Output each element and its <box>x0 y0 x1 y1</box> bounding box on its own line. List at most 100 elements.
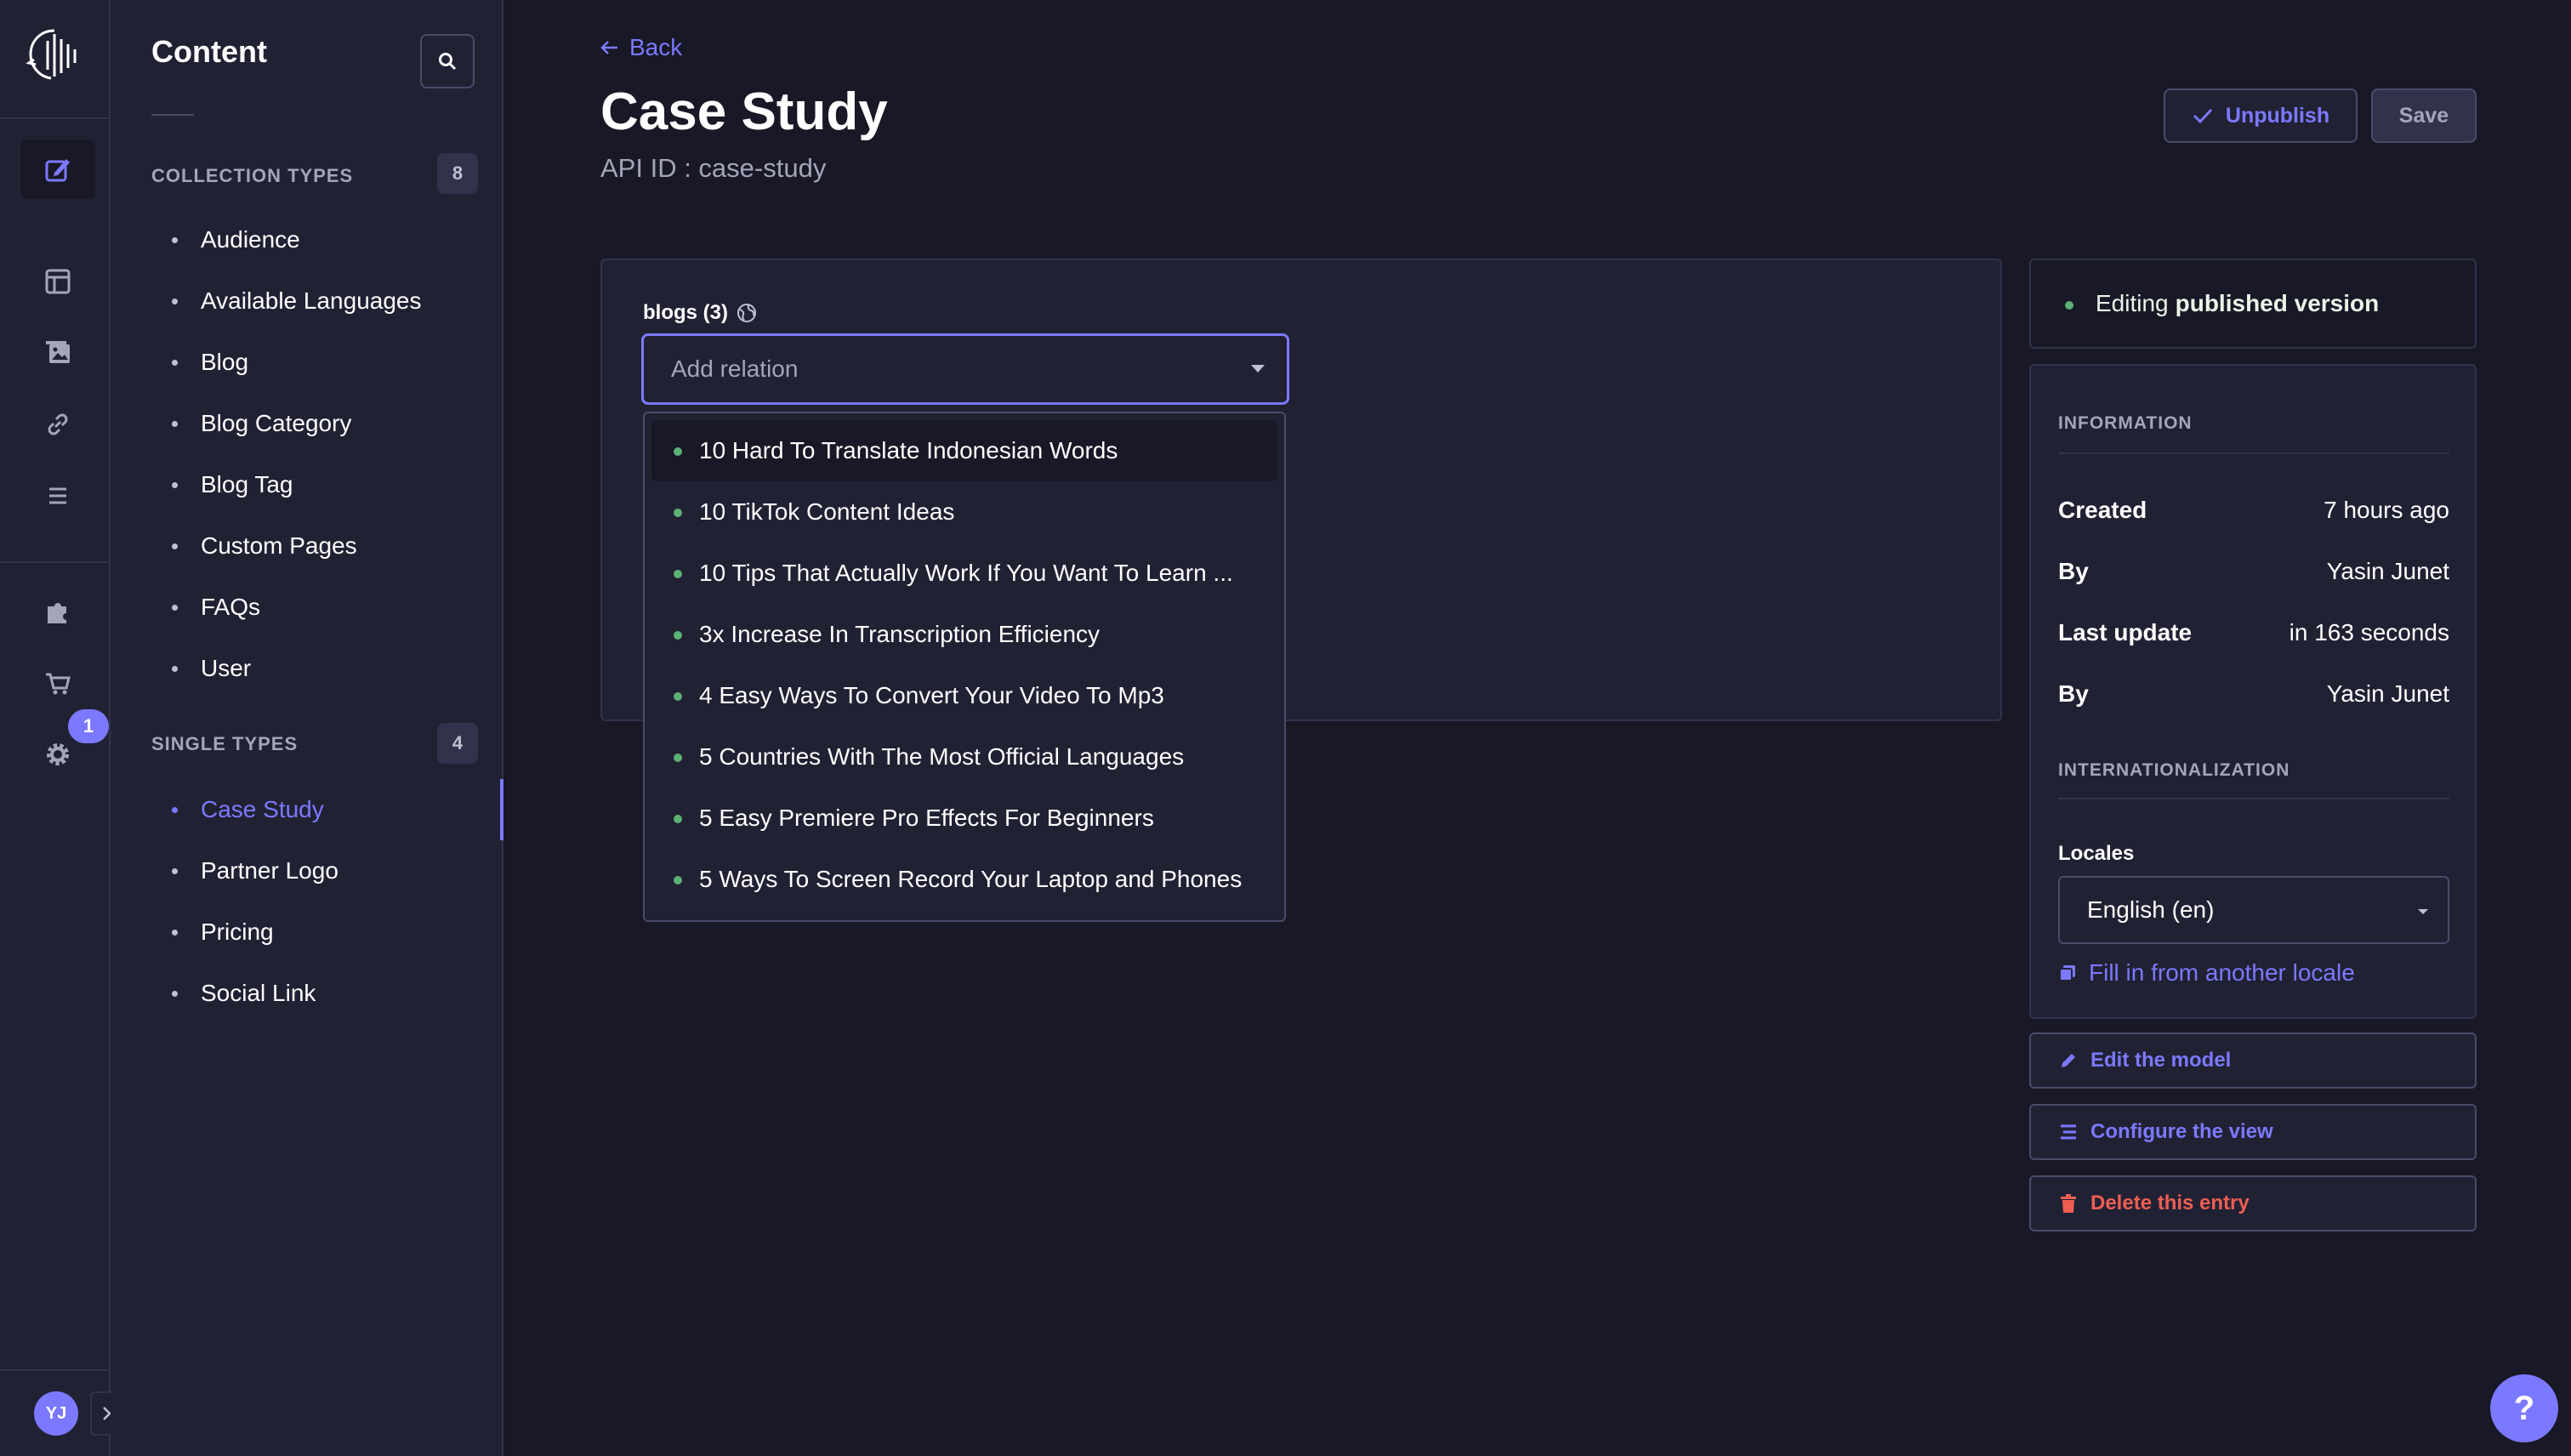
duplicate-icon <box>2059 965 2075 981</box>
caret-down-icon <box>1251 365 1265 373</box>
configure-view-label: Configure the view <box>2090 1120 2273 1143</box>
locale-select-value: English (en) <box>2087 896 2215 923</box>
main-nav-rail: 1 YJ <box>0 0 124 1456</box>
collection-types-label[interactable]: COLLECTION TYPES <box>151 165 353 187</box>
locales-label: Locales <box>2058 842 2135 865</box>
unpublish-button[interactable]: Unpublish <box>2164 88 2358 143</box>
sidebar-title: Content <box>151 34 267 69</box>
sidebar-item-blog-category[interactable]: Blog Category <box>111 393 502 454</box>
info-key: Created <box>2058 497 2147 523</box>
content-sidebar: Content COLLECTION TYPES 8 Audience Avai… <box>111 0 503 1456</box>
save-button[interactable]: Save <box>2371 88 2477 143</box>
bullet-icon <box>172 299 178 304</box>
trash-icon <box>2061 1194 2076 1213</box>
relation-option[interactable]: 5 Countries With The Most Official Langu… <box>651 726 1277 788</box>
locale-select[interactable]: English (en) <box>2058 876 2449 944</box>
sidebar-search-button[interactable] <box>420 34 475 88</box>
relation-option-label: 3x Increase In Transcription Efficiency <box>699 621 1101 647</box>
sidebar-item-label: User <box>201 655 252 681</box>
media-library-icon[interactable] <box>20 323 95 383</box>
relation-option[interactable]: 4 Easy Ways To Convert Your Video To Mp3 <box>651 665 1277 726</box>
app-logo-icon[interactable] <box>26 26 85 85</box>
internationalization-divider <box>2058 798 2449 799</box>
bullet-icon <box>172 421 178 427</box>
bullet-icon <box>172 543 178 549</box>
relation-option[interactable]: 10 TikTok Content Ideas <box>651 481 1277 543</box>
published-status-dot <box>674 447 682 456</box>
caret-down-icon <box>2418 909 2428 914</box>
edit-model-label: Edit the model <box>2090 1049 2232 1072</box>
sidebar-item-blog[interactable]: Blog <box>111 332 502 393</box>
sidebar-item-audience[interactable]: Audience <box>111 209 502 270</box>
url-redirects-icon[interactable] <box>20 395 95 454</box>
sidebar-item-label: Social Link <box>201 980 316 1006</box>
sidebar-item-custom-pages[interactable]: Custom Pages <box>111 515 502 577</box>
add-relation-select[interactable]: Add relation <box>641 333 1289 405</box>
content-type-builder-icon[interactable] <box>20 252 95 311</box>
sidebar-item-social-link[interactable]: Social Link <box>111 963 502 1024</box>
edit-model-button[interactable]: Edit the model <box>2029 1032 2477 1089</box>
relation-option[interactable]: 5 Easy Premiere Pro Effects For Beginner… <box>651 788 1277 849</box>
bullet-icon <box>172 605 178 611</box>
blogs-field-label: blogs (3) <box>643 301 757 325</box>
globe-icon <box>737 304 756 322</box>
back-link-label: Back <box>629 34 683 60</box>
info-key: Last update <box>2058 619 2193 646</box>
sidebar-item-blog-tag[interactable]: Blog Tag <box>111 454 502 515</box>
api-id: API ID : case-study <box>600 153 827 183</box>
relation-option-label: 10 Hard To Translate Indonesian Words <box>699 437 1118 464</box>
blogs-field-label-text: blogs (3) <box>643 301 728 324</box>
fill-from-locale-link[interactable]: Fill in from another locale <box>2058 959 2355 987</box>
bullet-icon <box>172 482 178 488</box>
relation-option[interactable]: 10 Tips That Actually Work If You Want T… <box>651 543 1277 604</box>
publish-status-card: Editing published version <box>2029 259 2477 349</box>
info-value: Yasin Junet <box>2326 680 2449 707</box>
sidebar-item-label: Partner Logo <box>201 857 338 884</box>
layout-icon <box>2061 1124 2076 1140</box>
sidebar-title-divider <box>151 114 194 116</box>
add-relation-placeholder: Add relation <box>671 355 799 382</box>
bullet-icon <box>172 930 178 936</box>
relation-option-label: 5 Ways To Screen Record Your Laptop and … <box>699 866 1243 892</box>
bullet-icon <box>172 807 178 813</box>
info-value: Yasin Junet <box>2326 558 2449 584</box>
relation-option[interactable]: 5 Ways To Screen Record Your Laptop and … <box>651 849 1277 910</box>
delete-entry-label: Delete this entry <box>2090 1192 2250 1214</box>
user-avatar[interactable]: YJ <box>34 1391 78 1436</box>
configure-view-button[interactable]: Configure the view <box>2029 1104 2477 1160</box>
relation-option-label: 10 TikTok Content Ideas <box>699 498 955 525</box>
info-row-updated-by: By Yasin Junet <box>2058 680 2449 708</box>
relation-option[interactable]: 10 Hard To Translate Indonesian Words <box>651 420 1277 481</box>
sidebar-item-case-study[interactable]: Case Study <box>111 779 503 840</box>
single-types-count: 4 <box>437 723 478 764</box>
arrow-left-icon <box>600 41 617 54</box>
content-manager-icon[interactable] <box>20 139 95 199</box>
delete-entry-button[interactable]: Delete this entry <box>2029 1175 2477 1231</box>
marketplace-icon[interactable] <box>20 653 95 713</box>
single-types-label[interactable]: SINGLE TYPES <box>151 733 298 755</box>
back-link[interactable]: Back <box>599 34 682 61</box>
rail-divider <box>0 561 109 563</box>
pencil-icon <box>2062 1054 2075 1067</box>
sidebar-item-label: Case Study <box>201 796 324 822</box>
sidebar-item-label: Custom Pages <box>201 532 357 559</box>
info-key: By <box>2058 680 2089 707</box>
relation-option[interactable]: 3x Increase In Transcription Efficiency <box>651 604 1277 665</box>
sidebar-item-user[interactable]: User <box>111 638 502 699</box>
rail-divider <box>0 1369 109 1371</box>
sidebar-item-available-languages[interactable]: Available Languages <box>111 270 502 332</box>
plugins-icon[interactable] <box>20 582 95 641</box>
help-button[interactable]: ? <box>2490 1374 2558 1442</box>
relation-option-label: 5 Countries With The Most Official Langu… <box>699 743 1185 770</box>
published-status-dot <box>2065 301 2073 310</box>
bullet-icon <box>172 237 178 243</box>
sidebar-item-pricing[interactable]: Pricing <box>111 901 502 963</box>
info-row-last-update: Last update in 163 seconds <box>2058 619 2449 646</box>
info-row-created-by: By Yasin Junet <box>2058 558 2449 585</box>
fill-from-locale-label: Fill in from another locale <box>2089 959 2355 986</box>
information-heading: INFORMATION <box>2058 413 2193 433</box>
sidebar-item-partner-logo[interactable]: Partner Logo <box>111 840 502 901</box>
sidebar-item-faqs[interactable]: FAQs <box>111 577 502 638</box>
menus-icon[interactable] <box>20 466 95 526</box>
search-icon <box>439 53 457 71</box>
